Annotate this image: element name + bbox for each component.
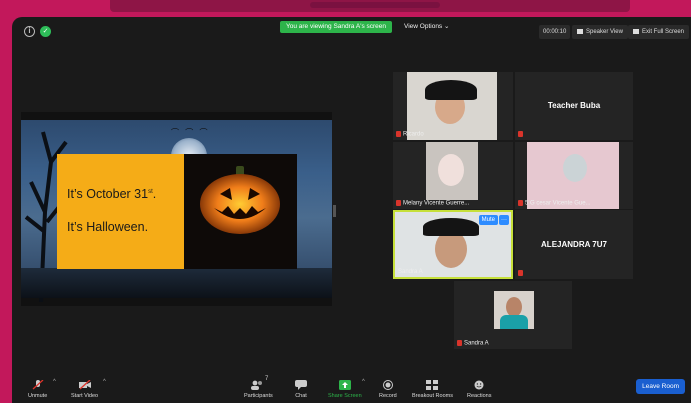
slide-line-1-end: . bbox=[152, 187, 157, 201]
chat-label: Chat bbox=[295, 393, 307, 399]
shared-screen: ⌒ ⌒ ⌒ It’s October 31st. It’s Halloween. bbox=[21, 112, 332, 306]
participant-display-name: ALEJANDRA 7U7 bbox=[541, 239, 607, 249]
slide-text-card: It’s October 31st. It’s Halloween. bbox=[57, 154, 184, 269]
leave-room-button[interactable]: Leave Room bbox=[636, 379, 685, 394]
share-screen-label: Share Screen bbox=[328, 393, 362, 399]
participant-tile-melany[interactable]: Melany Vicente Guerre... bbox=[393, 142, 513, 209]
info-icon[interactable]: i bbox=[24, 26, 35, 37]
jack-o-lantern-graphic bbox=[200, 174, 280, 234]
speaker-view-button[interactable]: Speaker View bbox=[572, 25, 628, 39]
muted-microphone-icon bbox=[32, 380, 44, 390]
audio-options-caret[interactable]: ^ bbox=[53, 379, 56, 385]
participants-count: 7 bbox=[265, 376, 269, 382]
participant-display-name: Teacher Buba bbox=[547, 101, 601, 110]
chat-button[interactable]: Chat bbox=[295, 380, 307, 399]
pirate-hat bbox=[425, 80, 477, 100]
muted-mic-icon bbox=[518, 270, 523, 277]
record-label: Record bbox=[379, 393, 397, 399]
start-video-label: Start Video bbox=[71, 393, 99, 399]
exit-full-screen-icon bbox=[633, 28, 639, 34]
participant-name: Ricardo bbox=[396, 131, 424, 138]
participants-button[interactable]: Participants bbox=[244, 380, 273, 399]
participant-name-text: 5 G cesar Vicente Gue... bbox=[525, 201, 591, 207]
participants-icon bbox=[251, 380, 263, 390]
muted-mic-icon bbox=[457, 340, 462, 347]
pumpkin-image bbox=[184, 154, 297, 269]
breakout-rooms-icon bbox=[426, 380, 439, 390]
exit-full-screen-button[interactable]: Exit Full Screen bbox=[628, 25, 690, 39]
background-window-strip bbox=[110, 0, 630, 12]
encryption-shield-icon[interactable]: ✓ bbox=[40, 26, 51, 37]
video-off-icon bbox=[78, 380, 91, 390]
viewing-banner: You are viewing Sandra A's screen bbox=[280, 21, 393, 33]
slide-line-1: It’s October 31st. bbox=[67, 187, 156, 201]
participant-face bbox=[438, 154, 464, 186]
more-options-button[interactable]: ··· bbox=[499, 215, 509, 225]
slide-line-1-text: It’s October 31 bbox=[67, 187, 149, 201]
mute-participant-button[interactable]: Mute bbox=[478, 215, 498, 225]
top-bar: i ✓ You are viewing Sandra A's screen Vi… bbox=[12, 17, 691, 45]
share-screen-button[interactable]: Share Screen bbox=[328, 380, 362, 399]
muted-mic-icon bbox=[396, 200, 401, 207]
graveyard-ground bbox=[21, 268, 332, 298]
meeting-timer: 00:00:10 bbox=[539, 25, 571, 39]
bats-graphic: ⌒ ⌒ ⌒ bbox=[171, 128, 210, 137]
participant-name: 5 G cesar Vicente Gue... bbox=[518, 200, 591, 207]
participant-name-text: Melany Vicente Guerre... bbox=[403, 201, 470, 207]
participant-video bbox=[494, 291, 534, 329]
reactions-button[interactable]: Reactions bbox=[467, 380, 491, 399]
participant-name: Melany Vicente Guerre... bbox=[396, 200, 469, 207]
start-video-button[interactable]: Start Video bbox=[71, 380, 98, 399]
share-screen-icon bbox=[338, 380, 351, 390]
participant-name bbox=[518, 270, 525, 277]
participant-name: Sandra A bbox=[398, 269, 423, 275]
participant-video bbox=[426, 142, 478, 200]
muted-mic-icon bbox=[518, 131, 523, 138]
participant-tile-cesar[interactable]: 5 G cesar Vicente Gue... bbox=[515, 142, 633, 209]
reactions-label: Reactions bbox=[467, 393, 492, 399]
chat-icon bbox=[295, 380, 307, 390]
speaker-view-icon bbox=[577, 28, 583, 34]
participant-name-text: Ricardo bbox=[403, 132, 424, 138]
video-options-caret[interactable]: ^ bbox=[103, 379, 106, 385]
participant-video bbox=[407, 72, 497, 140]
participant-tile-sandra[interactable]: Sandra A bbox=[454, 281, 572, 349]
participant-face bbox=[506, 297, 522, 317]
participant-name-text: Sandra A bbox=[464, 341, 489, 347]
slide-line-2: It’s Halloween. bbox=[67, 220, 149, 234]
background-window-pill bbox=[310, 2, 440, 8]
record-icon bbox=[382, 380, 393, 390]
participant-shirt bbox=[500, 315, 528, 329]
view-options-button[interactable]: View Options ⌄ bbox=[404, 21, 449, 33]
panel-resize-handle[interactable] bbox=[333, 205, 336, 217]
participants-label: Participants bbox=[244, 393, 273, 399]
unmute-label: Unmute bbox=[28, 393, 48, 399]
participant-tile-sandra-active[interactable]: Mute ··· Sandra A bbox=[393, 210, 513, 279]
muted-mic-icon bbox=[518, 200, 523, 207]
speaker-view-label: Speaker View bbox=[586, 29, 623, 35]
participant-tile-alejandra[interactable]: ALEJANDRA 7U7 bbox=[515, 210, 633, 279]
muted-mic-icon bbox=[396, 131, 401, 138]
participant-name: Sandra A bbox=[457, 340, 489, 347]
pirate-hat bbox=[423, 218, 479, 236]
participant-tile-ricardo[interactable]: Ricardo bbox=[393, 72, 513, 140]
exit-full-screen-label: Exit Full Screen bbox=[642, 29, 685, 35]
reactions-icon bbox=[474, 380, 484, 390]
participant-face bbox=[563, 154, 587, 182]
participant-name-text: Sandra A bbox=[398, 269, 423, 275]
zoom-meeting-window: i ✓ You are viewing Sandra A's screen Vi… bbox=[12, 17, 691, 403]
breakout-rooms-button[interactable]: Breakout Rooms bbox=[412, 380, 453, 399]
participant-tile-teacher-buba[interactable]: Teacher Buba bbox=[515, 72, 633, 140]
meeting-toolbar: Unmute ^ Start Video ^ Participants 7 Ch… bbox=[12, 373, 691, 403]
breakout-rooms-label: Breakout Rooms bbox=[412, 393, 453, 399]
participant-name bbox=[518, 131, 525, 138]
unmute-button[interactable]: Unmute bbox=[28, 380, 47, 399]
share-options-caret[interactable]: ^ bbox=[362, 379, 365, 385]
participant-video bbox=[527, 142, 619, 209]
record-button[interactable]: Record bbox=[379, 380, 397, 399]
